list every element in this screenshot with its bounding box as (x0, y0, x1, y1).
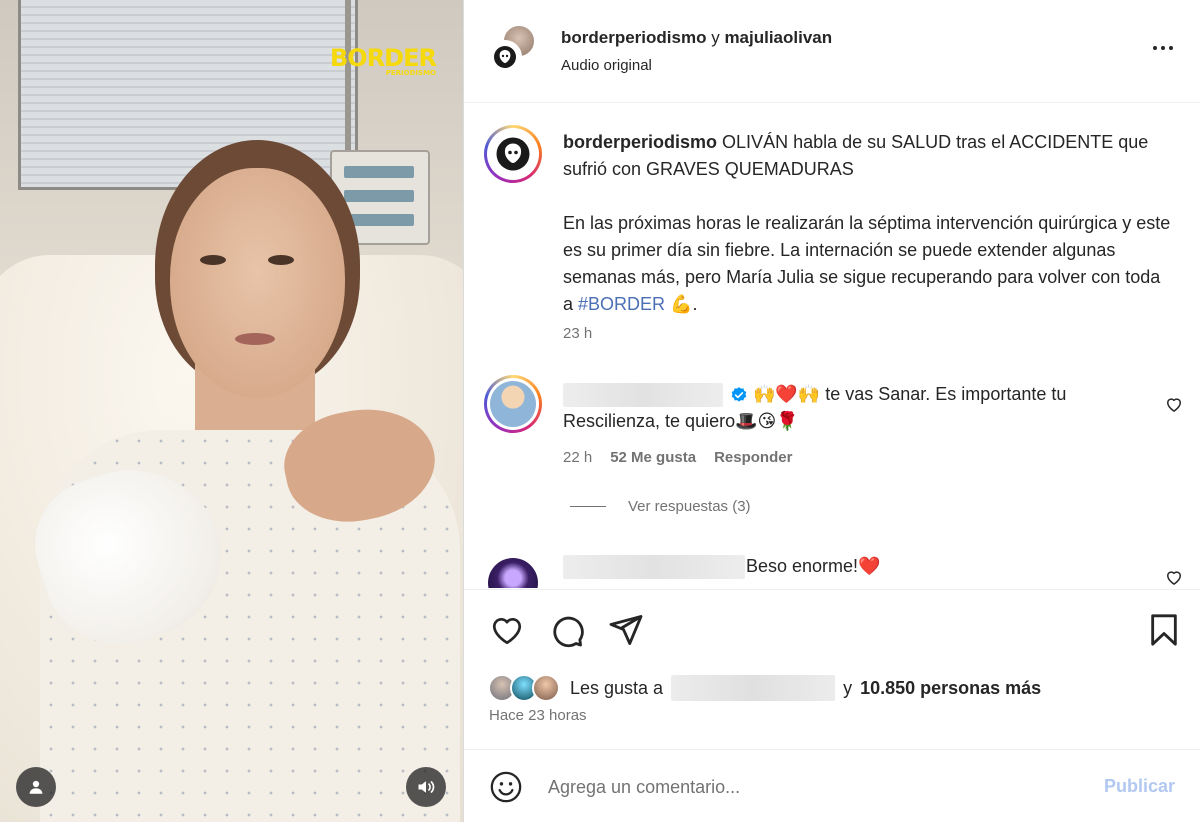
border-brand-icon (496, 137, 530, 171)
caption-username[interactable]: borderperiodismo (563, 132, 717, 152)
commenter-avatar[interactable] (484, 375, 542, 433)
comment-likes[interactable]: 52 Me gusta (610, 449, 696, 466)
reel-video[interactable]: BORDER PERIODISMO (0, 0, 463, 822)
comments-scroll-clip: Beso enorme!❤️ (464, 540, 1200, 588)
comment-button[interactable] (547, 610, 587, 650)
reply-button[interactable]: Responder (714, 449, 792, 466)
person-mouth (235, 333, 275, 345)
emoji-icon[interactable] (489, 770, 523, 804)
collab-avatars[interactable] (488, 24, 538, 74)
comment-text: 🙌❤️🙌 te vas Sanar. Es importante tu Resc… (563, 384, 1067, 431)
border-logo: BORDER PERIODISMO (330, 44, 437, 77)
caption-emoji: 💪 (670, 294, 693, 314)
publish-button[interactable]: Publicar (1104, 776, 1175, 797)
comment-like-icon[interactable] (1164, 567, 1184, 587)
comment-meta: 22 h 52 Me gusta Responder (563, 449, 792, 466)
commenter-avatar[interactable] (484, 554, 542, 588)
caption-hashtag[interactable]: #BORDER (578, 294, 665, 314)
save-button[interactable] (1144, 610, 1184, 650)
person-eye-left (200, 255, 226, 265)
liker-avatars[interactable] (488, 674, 564, 702)
post-date[interactable]: Hace 23 horas (489, 707, 587, 724)
view-replies-button[interactable]: Ver respuestas (3) (570, 498, 751, 515)
send-icon (609, 615, 643, 645)
border-brand-icon (494, 46, 516, 68)
post-details-panel: borderperiodismo y majuliaolivan Audio o… (463, 0, 1200, 822)
owner-join-word: y (711, 28, 720, 47)
comment-text: Beso enorme!❤️ (746, 556, 881, 576)
audio-toggle-button[interactable] (406, 767, 446, 807)
post-header: borderperiodismo y majuliaolivan Audio o… (464, 0, 1200, 103)
more-options-icon (1153, 46, 1173, 50)
owner-username-primary[interactable]: borderperiodismo (561, 28, 706, 47)
liker-username-redacted[interactable] (671, 675, 836, 701)
post-owners: borderperiodismo y majuliaolivan (561, 28, 832, 48)
comment-input[interactable] (548, 772, 1088, 802)
more-options-button[interactable] (1148, 36, 1178, 60)
user-icon (29, 780, 43, 794)
owner-username-secondary[interactable]: majuliaolivan (724, 28, 832, 47)
caption-time[interactable]: 23 h (563, 325, 592, 342)
person-face (170, 168, 345, 398)
commenter-username-redacted[interactable] (563, 555, 745, 579)
likes-count-link[interactable]: 10.850 personas más (860, 678, 1041, 699)
caption-avatar[interactable] (484, 125, 542, 183)
bookmark-icon (1151, 614, 1177, 646)
avatar-borderperiodismo[interactable] (488, 40, 522, 74)
comment-like-icon[interactable] (1164, 394, 1184, 414)
replies-divider (570, 506, 606, 507)
action-bar (464, 589, 1200, 669)
view-replies-label: Ver respuestas (3) (628, 498, 751, 515)
likes-join: y (843, 677, 853, 698)
person-eye-right (268, 255, 294, 265)
volume-icon (418, 781, 435, 793)
tagged-users-button[interactable] (16, 767, 56, 807)
likes-text: Les gusta a y 10.850 personas más (570, 675, 1041, 701)
add-comment-bar: Publicar (464, 749, 1200, 822)
like-button[interactable] (487, 610, 527, 650)
heart-icon (492, 617, 522, 645)
border-logo-text: BORDER (330, 44, 437, 72)
comment-time[interactable]: 22 h (563, 449, 592, 466)
likes-summary: Les gusta a y 10.850 personas más (488, 672, 1041, 704)
audio-link[interactable]: Audio original (561, 57, 652, 74)
likes-prefix: Les gusta a (570, 677, 664, 698)
share-button[interactable] (606, 610, 646, 650)
comment-icon (553, 616, 584, 648)
caption-text: borderperiodismo OLIVÁN habla de su SALU… (563, 132, 1171, 314)
liker-avatar (532, 674, 560, 702)
